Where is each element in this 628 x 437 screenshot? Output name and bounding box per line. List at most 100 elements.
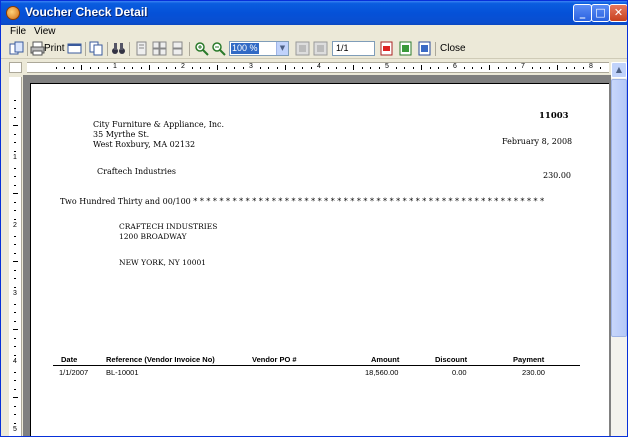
page-number-input[interactable]: 1/1 bbox=[332, 41, 375, 56]
ruler-tick bbox=[12, 125, 18, 126]
ruler-tick bbox=[531, 66, 533, 69]
zoom-out-icon[interactable] bbox=[211, 41, 226, 56]
ruler-tick bbox=[463, 66, 465, 69]
ruler-corner bbox=[9, 62, 22, 73]
ruler-number: 2 bbox=[13, 222, 17, 229]
ruler-tick bbox=[14, 337, 16, 339]
toolbar-separator bbox=[27, 42, 28, 56]
ruler-tick bbox=[81, 65, 82, 70]
ruler-number: 3 bbox=[249, 63, 253, 70]
ruler-tick bbox=[106, 66, 108, 69]
ruler-tick bbox=[438, 66, 439, 69]
ruler-tick bbox=[14, 303, 16, 305]
ruler-tick bbox=[548, 66, 550, 69]
ruler-number: 4 bbox=[317, 63, 321, 70]
ruler-tick bbox=[14, 278, 16, 279]
zoom-value: 100 % bbox=[231, 43, 259, 54]
ruler-tick bbox=[14, 142, 16, 143]
toolbar: Print 100 % ▼ 1/1 Close bbox=[1, 39, 627, 59]
ruler-number: 2 bbox=[181, 63, 185, 70]
continuous-page-icon[interactable] bbox=[170, 41, 185, 56]
ruler-tick bbox=[14, 414, 16, 415]
zoom-in-icon[interactable] bbox=[194, 41, 209, 56]
row-amount: 18,560.00 bbox=[365, 368, 399, 377]
ruler-tick bbox=[208, 66, 210, 69]
ruler-tick bbox=[285, 65, 286, 70]
amount-in-words: Two Hundred Thirty and 00/100 * * * * * … bbox=[60, 197, 545, 206]
menu-view[interactable]: View bbox=[34, 26, 56, 37]
page-setup-icon[interactable] bbox=[67, 41, 82, 56]
ruler-tick bbox=[14, 346, 16, 347]
ruler-tick bbox=[12, 397, 18, 398]
first-page-icon[interactable] bbox=[295, 41, 310, 56]
ruler-tick bbox=[446, 66, 448, 69]
ruler-tick bbox=[242, 66, 244, 69]
ruler-tick bbox=[540, 66, 541, 69]
ruler-tick bbox=[14, 244, 16, 245]
close-window-button[interactable]: ✕ bbox=[609, 4, 627, 22]
ruler-tick bbox=[557, 65, 558, 70]
company-address-2: West Roxbury, MA 02132 bbox=[93, 140, 196, 149]
ruler-tick bbox=[14, 286, 16, 288]
export-icon[interactable] bbox=[9, 41, 24, 56]
excel-export-icon[interactable] bbox=[398, 41, 413, 56]
ruler-tick bbox=[14, 184, 16, 186]
ruler-tick bbox=[14, 388, 16, 390]
title-bar[interactable]: Voucher Check Detail _ □ ✕ bbox=[1, 1, 627, 25]
ruler-tick bbox=[14, 252, 16, 254]
zoom-select[interactable]: 100 % ▼ bbox=[229, 41, 289, 56]
ruler-tick bbox=[565, 66, 567, 69]
mail-to-line-3: NEW YORK, NY 10001 bbox=[119, 258, 207, 267]
report-viewer-window: Voucher Check Detail _ □ ✕ File View Pri… bbox=[0, 0, 628, 437]
pdf-export-icon[interactable] bbox=[379, 41, 394, 56]
ruler-tick bbox=[310, 66, 312, 69]
horizontal-ruler: 1 2 3 4 5 6 7 8 bbox=[27, 62, 609, 73]
ruler-number: 5 bbox=[385, 63, 389, 70]
ruler-tick bbox=[259, 66, 261, 69]
printer-icon[interactable] bbox=[30, 41, 45, 56]
toolbar-separator bbox=[107, 42, 108, 56]
mail-to-line-2: 1200 BROADWAY bbox=[119, 232, 187, 241]
print-button-label[interactable]: Print bbox=[44, 43, 65, 54]
ruler-tick bbox=[14, 201, 16, 203]
ruler-tick bbox=[217, 65, 218, 70]
vertical-scrollbar[interactable]: ▲ bbox=[611, 62, 627, 436]
scroll-thumb[interactable] bbox=[611, 79, 627, 337]
ruler-number: 1 bbox=[13, 154, 17, 161]
minimize-button[interactable]: _ bbox=[573, 4, 592, 22]
chevron-down-icon[interactable]: ▼ bbox=[276, 42, 288, 55]
company-address-1: 35 Myrthe St. bbox=[93, 130, 150, 139]
menu-file[interactable]: File bbox=[10, 26, 26, 37]
ruler-tick bbox=[404, 66, 405, 69]
ruler-number: 8 bbox=[589, 63, 593, 70]
copy-icon[interactable] bbox=[89, 41, 104, 56]
ruler-tick bbox=[14, 269, 16, 271]
ruler-tick bbox=[89, 66, 91, 69]
ruler-tick bbox=[72, 66, 74, 69]
single-page-icon[interactable] bbox=[134, 41, 149, 56]
word-export-icon[interactable] bbox=[417, 41, 432, 56]
col-header-amount: Amount bbox=[371, 355, 400, 364]
row-payment: 230.00 bbox=[522, 368, 545, 377]
multi-page-icon[interactable] bbox=[152, 41, 167, 56]
binoculars-icon[interactable] bbox=[111, 41, 126, 56]
previous-page-icon[interactable] bbox=[313, 41, 328, 56]
ruler-number: 6 bbox=[453, 63, 457, 70]
ruler-tick bbox=[14, 210, 16, 211]
menu-bar: File View bbox=[1, 25, 627, 39]
close-button[interactable]: Close bbox=[440, 43, 466, 54]
ruler-tick bbox=[14, 312, 16, 313]
scroll-up-arrow-icon[interactable]: ▲ bbox=[611, 62, 627, 78]
col-header-payment: Payment bbox=[513, 355, 545, 364]
ruler-tick bbox=[268, 66, 269, 69]
ruler-tick bbox=[166, 66, 167, 69]
ruler-number: 3 bbox=[13, 290, 17, 297]
ruler-tick bbox=[12, 261, 18, 262]
ruler-tick bbox=[14, 354, 16, 356]
ruler-tick bbox=[14, 218, 16, 220]
ruler-tick bbox=[514, 66, 516, 69]
ruler-tick bbox=[123, 66, 125, 69]
ruler-tick bbox=[506, 66, 507, 69]
ruler-tick bbox=[429, 66, 431, 69]
maximize-button[interactable]: □ bbox=[591, 4, 610, 22]
